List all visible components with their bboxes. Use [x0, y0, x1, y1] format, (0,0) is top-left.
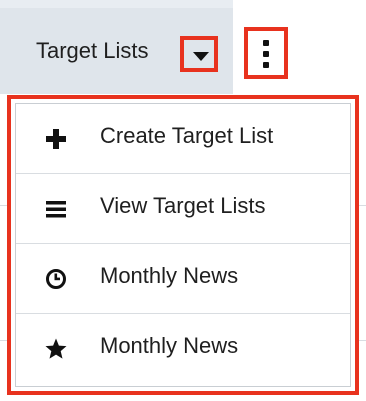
target-lists-dropdown-menu: Create Target List View Target Lists Mon…	[15, 103, 351, 387]
list-icon	[44, 197, 68, 221]
menu-item-favorite-monthly-news[interactable]: Monthly News	[16, 314, 350, 384]
menu-item-create-target-list[interactable]: Create Target List	[16, 104, 350, 174]
menu-item-label: View Target Lists	[100, 193, 266, 218]
plus-icon	[44, 127, 68, 151]
menu-item-label: Monthly News	[100, 263, 239, 288]
clock-icon	[44, 267, 68, 291]
menu-item-recent-monthly-news[interactable]: Monthly News	[16, 244, 350, 314]
more-actions-button[interactable]	[244, 27, 288, 79]
menu-item-view-target-lists[interactable]: View Target Lists	[16, 174, 350, 244]
star-icon	[44, 337, 68, 361]
tab-target-lists[interactable]: Target Lists	[36, 38, 149, 64]
nav-tab-top-strip	[0, 0, 233, 8]
caret-down-icon	[193, 52, 209, 61]
tab-dropdown-toggle-button[interactable]	[180, 36, 218, 72]
menu-item-label: Monthly News	[100, 333, 239, 358]
menu-item-label: Create Target List	[100, 123, 274, 148]
